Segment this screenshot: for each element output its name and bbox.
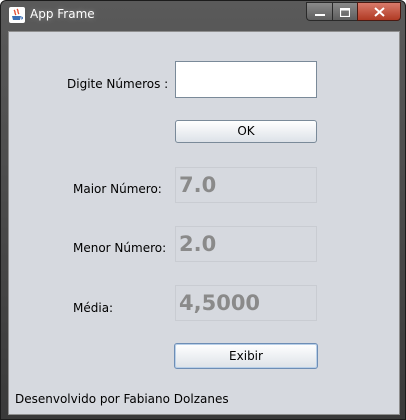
numbers-input-label: Digite Números :: [67, 77, 169, 91]
max-number-field: 7.0: [175, 167, 317, 203]
average-label: Média:: [73, 301, 114, 315]
minimize-icon: [314, 2, 325, 21]
java-cup-icon: [9, 7, 25, 23]
developer-credit: Desenvolvido por Fabiano Dolzanes: [15, 392, 229, 406]
maximize-button[interactable]: [332, 2, 357, 21]
maximize-icon: [339, 2, 351, 21]
window-title: App Frame: [30, 7, 95, 21]
ok-button[interactable]: OK: [175, 120, 317, 143]
window-controls: [306, 2, 401, 21]
max-number-label: Maior Número:: [73, 182, 162, 196]
title-bar[interactable]: App Frame: [1, 1, 405, 29]
min-number-label: Menor Número:: [73, 241, 167, 255]
average-field: 4,5000: [175, 285, 317, 321]
exibir-button[interactable]: Exibir: [174, 343, 318, 369]
content-panel: Digite Números : OK Maior Número: 7.0 Me…: [8, 31, 400, 415]
close-button[interactable]: [357, 2, 401, 21]
minimize-button[interactable]: [306, 2, 332, 21]
numbers-input[interactable]: [175, 61, 317, 98]
app-window: App Frame Digite Números : OK Maior Núme…: [0, 0, 406, 420]
close-icon: [373, 2, 385, 21]
min-number-field: 2.0: [175, 226, 317, 262]
